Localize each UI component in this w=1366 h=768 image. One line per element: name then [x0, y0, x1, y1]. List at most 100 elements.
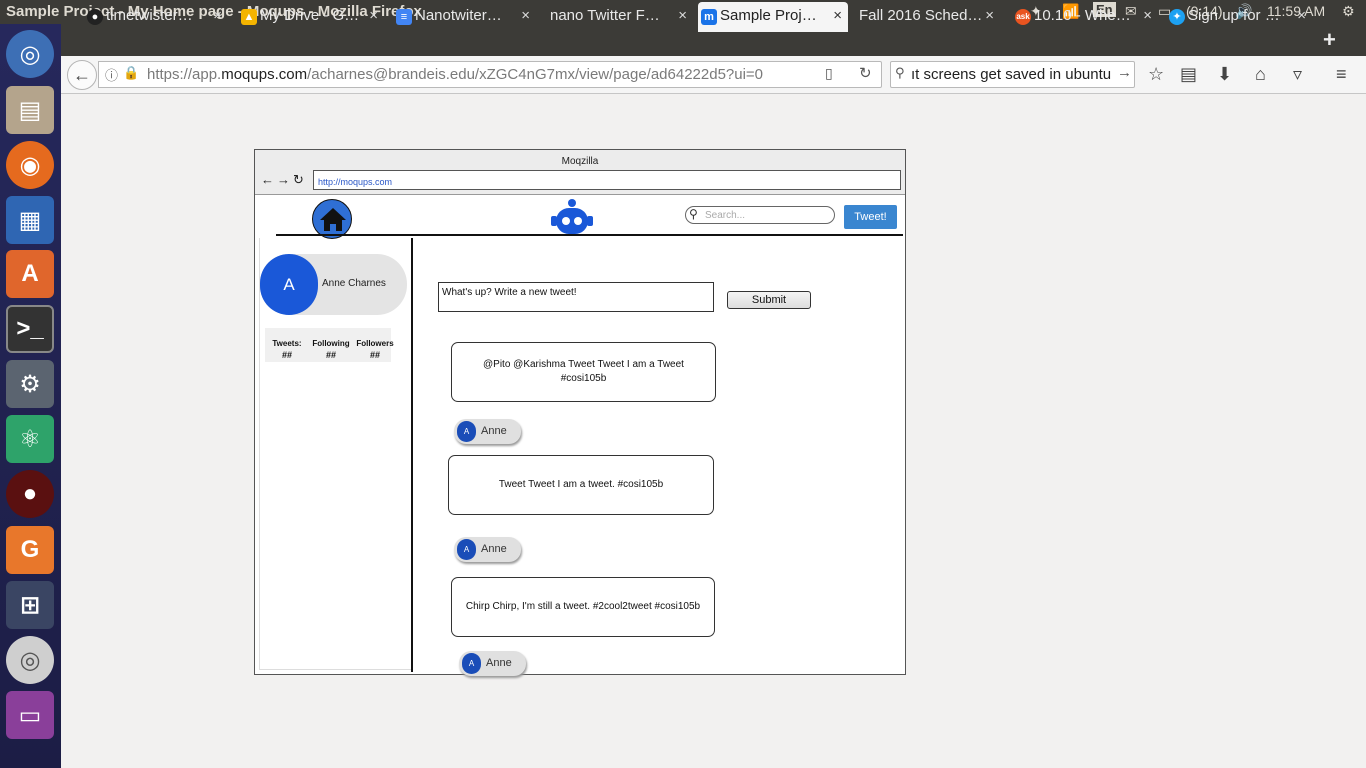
tab-twitter-signup[interactable]: ✦ Sign up for … ×	[1166, 2, 1312, 32]
stat-tweets-label: Tweets:	[272, 339, 302, 348]
avatar: A	[462, 653, 481, 674]
tab-nanotwitter-doc[interactable]: ≡ Nanotwiter… ×	[393, 2, 536, 32]
arrow-right-icon[interactable]: →	[1117, 64, 1132, 81]
search-icon: ⚲	[689, 207, 698, 221]
search-bar[interactable]: ⚲ ıt screens get saved in ubuntu →	[890, 61, 1135, 88]
mockup-canvas: Moqzilla ←→↻ http://moqups.com ⚲ Search.…	[254, 149, 906, 676]
tweet-author: Anne	[481, 543, 507, 555]
tab-label: My Drive - G…	[260, 7, 360, 24]
tab-timetwister[interactable]: ● timetwister… ×	[84, 2, 228, 32]
tab-nano-twitter[interactable]: nano Twitter F… ×	[528, 2, 693, 32]
close-icon[interactable]: ×	[678, 7, 687, 24]
reload-icon[interactable]: ↻	[859, 64, 872, 82]
twitter-icon: ✦	[1169, 9, 1185, 25]
workspace-switcher-icon[interactable]: ⊞	[6, 581, 54, 629]
ubuntu-dash-icon[interactable]: ◎	[6, 30, 54, 78]
close-icon[interactable]: ×	[369, 7, 378, 24]
compose-tweet-input[interactable]: What's up? Write a new tweet!	[438, 282, 714, 312]
tab-askubuntu[interactable]: ask 10.10 - Whe… ×	[1012, 2, 1158, 32]
close-icon[interactable]: ×	[1297, 7, 1306, 24]
tweet-bubble: @Pito @Karishma Tweet Tweet I am a Tweet…	[451, 342, 716, 402]
lock-icon: 🔒	[123, 65, 140, 80]
atom-icon[interactable]: ⚛	[6, 415, 54, 463]
profile-card[interactable]: A Anne Charnes	[260, 254, 407, 315]
files-icon[interactable]: ▤	[6, 86, 54, 134]
drive-icon: ▲	[241, 9, 257, 25]
tweet-author-pill[interactable]: A Anne	[454, 419, 521, 444]
close-icon[interactable]: ×	[985, 7, 994, 24]
tab-label: 10.10 - Whe…	[1034, 7, 1131, 24]
stat-following-label: Following	[312, 339, 350, 348]
home-button[interactable]	[312, 199, 352, 239]
info-icon[interactable]: ⓘ	[105, 65, 118, 84]
foxit-pdf-icon[interactable]: G	[6, 526, 54, 574]
download-icon[interactable]: ⬇	[1217, 64, 1232, 85]
askubuntu-icon: ask	[1015, 9, 1031, 25]
settings-gear-icon[interactable]: ⚙	[1342, 3, 1355, 20]
software-center-icon[interactable]: A	[6, 250, 54, 298]
back-arrow-icon: ←	[261, 172, 277, 187]
reader-view-icon[interactable]: ▯	[825, 65, 833, 82]
github-icon: ●	[87, 9, 103, 25]
new-tab-button[interactable]: +	[1323, 27, 1336, 53]
tab-fall-2016-schedule[interactable]: Fall 2016 Sched… ×	[837, 2, 1000, 32]
url-text[interactable]: https://app.moqups.com/acharnes@brandeis…	[147, 66, 763, 83]
hamburger-menu-icon[interactable]: ≡	[1336, 64, 1347, 85]
bookmarks-menu-icon[interactable]: ▤	[1180, 64, 1197, 85]
home-icon[interactable]: ⌂	[1255, 64, 1266, 85]
moqups-icon: m	[701, 9, 717, 25]
profile-name: Anne Charnes	[322, 278, 386, 289]
stat-followers-value: ##	[369, 350, 380, 360]
mockup-search-input[interactable]: ⚲ Search...	[685, 206, 835, 224]
sidebar-divider	[411, 238, 413, 672]
system-settings-icon[interactable]: ⚙	[6, 360, 54, 408]
mockup-window-title: Moqzilla	[561, 156, 599, 167]
stat-following-value: ##	[325, 350, 336, 360]
tab-my-drive[interactable]: ▲ My Drive - G… ×	[238, 2, 384, 32]
desktop-icon[interactable]: ▭	[6, 691, 54, 739]
unity-launcher: ◎ ▤ ◉ ▦ A >_ ⚙ ⚛ ● G ⊞ ◎ ▭	[0, 24, 61, 768]
close-icon[interactable]: ×	[1143, 7, 1152, 24]
tweet-bubble: Tweet Tweet I am a tweet. #cosi105b	[448, 455, 714, 515]
tweet-bubble: Chirp Chirp, I'm still a tweet. #2cool2t…	[451, 577, 715, 637]
search-text[interactable]: ıt screens get saved in ubuntu	[911, 66, 1111, 83]
tab-label: Fall 2016 Sched…	[859, 7, 983, 24]
mockup-nav-arrows: ←→↻	[261, 172, 307, 188]
tab-label: Sign up for …	[1188, 7, 1280, 24]
avatar: A	[457, 421, 476, 442]
terminal-icon[interactable]: >_	[6, 305, 54, 353]
tweet-author-pill[interactable]: A Anne	[454, 537, 521, 562]
search-placeholder: Search...	[705, 210, 746, 221]
mockup-address-bar: http://moqups.com	[313, 170, 901, 190]
bookmark-star-icon[interactable]: ☆	[1148, 64, 1164, 85]
tab-label: Sample Proj…	[720, 7, 817, 24]
pocket-icon[interactable]: ▿	[1293, 64, 1302, 85]
avatar: A	[457, 539, 476, 560]
stat-tweets-value: ##	[281, 350, 292, 360]
header-divider	[276, 234, 903, 236]
tab-label: nano Twitter F…	[550, 7, 660, 24]
tab-label: Nanotwiter…	[415, 7, 502, 24]
dvd-icon[interactable]: ◎	[6, 636, 54, 684]
forward-arrow-icon: →	[277, 172, 293, 187]
firefox-icon[interactable]: ◉	[6, 141, 54, 189]
submit-button[interactable]: Submit	[727, 291, 811, 309]
docs-icon: ≡	[396, 9, 412, 25]
url-bar[interactable]: ⓘ 🔒 https://app.moqups.com/acharnes@bran…	[98, 61, 882, 88]
tweet-button[interactable]: Tweet!	[844, 205, 897, 229]
writer-icon[interactable]: ▦	[6, 196, 54, 244]
tweet-author: Anne	[481, 425, 507, 437]
tweet-author-pill[interactable]: A Anne	[459, 651, 526, 676]
close-icon[interactable]: ×	[213, 7, 222, 24]
tab-sample-project[interactable]: m Sample Proj… ×	[698, 2, 848, 32]
tweet-author: Anne	[486, 657, 512, 669]
stat-followers-label: Followers	[356, 339, 394, 348]
back-button[interactable]: ←	[67, 60, 97, 90]
robot-logo-icon	[551, 199, 593, 234]
screencast-icon[interactable]: ●	[6, 470, 54, 518]
refresh-icon: ↻	[293, 172, 307, 187]
mockup-browser-titlebar: Moqzilla ←→↻ http://moqups.com	[255, 150, 905, 195]
profile-stats: Tweets: ## Following ## Followers ##	[265, 328, 394, 362]
tab-label: timetwister…	[106, 7, 193, 24]
search-icon: ⚲	[895, 65, 905, 80]
